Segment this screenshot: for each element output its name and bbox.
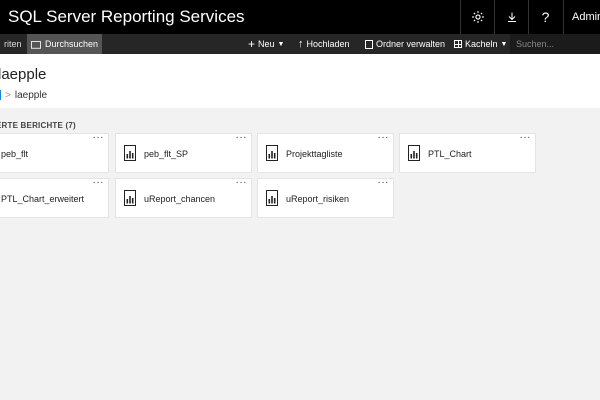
folder-icon	[31, 40, 41, 49]
breadcrumb: > laepple	[0, 90, 47, 101]
upload-icon: ↑	[298, 38, 304, 50]
app-title[interactable]: SQL Server Reporting Services	[8, 7, 245, 27]
top-bar: SQL Server Reporting Services ? Admini	[0, 0, 600, 34]
report-icon	[124, 145, 136, 161]
report-name: Projekttagliste	[286, 149, 343, 159]
report-name: peb_flt	[1, 149, 29, 159]
new-button[interactable]: + Neu ▼	[248, 34, 284, 54]
tiles-label: Kacheln	[465, 39, 498, 49]
user-menu[interactable]: Admini	[563, 0, 600, 34]
manage-folder-button[interactable]: Ordner verwalten	[365, 34, 445, 54]
breadcrumb-current: laepple	[14, 90, 48, 101]
chevron-down-icon: ▼	[277, 40, 285, 48]
more-options-button[interactable]: ···	[236, 177, 248, 188]
report-icon	[124, 190, 136, 206]
report-name: uReport_risiken	[286, 194, 350, 204]
report-tile[interactable]: peb_flt_SP ···	[115, 132, 252, 173]
more-options-button[interactable]: ···	[520, 132, 532, 143]
report-name: PTL_Chart	[428, 149, 472, 159]
report-tile[interactable]: PTL_Chart ···	[399, 132, 536, 173]
help-button[interactable]: ?	[528, 0, 562, 34]
report-tile[interactable]: PTL_Chart_erweitert ···	[0, 177, 109, 218]
download-icon	[507, 12, 516, 22]
chevron-down-icon: ▼	[500, 40, 508, 48]
report-name: PTL_Chart_erweitert	[1, 194, 85, 204]
upload-label: Hochladen	[306, 39, 350, 49]
folder-settings-icon	[365, 39, 373, 49]
report-name: uReport_chancen	[144, 194, 216, 204]
page-header: laepple > laepple	[0, 54, 600, 108]
report-name: peb_flt_SP	[144, 149, 189, 159]
plus-icon: +	[248, 37, 256, 51]
more-options-button[interactable]: ···	[378, 132, 390, 143]
toolbar: riten Durchsuchen + Neu ▼ ↑ Hochladen Or…	[0, 34, 600, 54]
breadcrumb-separator: >	[5, 90, 11, 101]
settings-button[interactable]	[460, 0, 494, 34]
report-tile[interactable]: peb_flt ···	[0, 132, 109, 173]
tab-browse-label: Durchsuchen	[45, 39, 99, 49]
page-title: laepple	[0, 66, 47, 83]
tab-favorites[interactable]: riten	[0, 34, 26, 54]
new-label: Neu	[258, 39, 275, 49]
view-tiles-button[interactable]: Kacheln ▼	[454, 34, 507, 54]
download-button[interactable]	[494, 0, 528, 34]
gear-icon	[471, 11, 484, 23]
search-input[interactable]	[510, 34, 600, 54]
section-title: ERTE BERICHTE (7)	[0, 121, 76, 130]
upload-button[interactable]: ↑ Hochladen	[298, 34, 350, 54]
report-tile[interactable]: Projekttagliste ···	[257, 132, 394, 173]
more-options-button[interactable]: ···	[236, 132, 248, 143]
breadcrumb-home[interactable]	[0, 90, 1, 100]
report-tile[interactable]: uReport_risiken ···	[257, 177, 394, 218]
report-icon	[408, 145, 420, 161]
report-icon	[266, 145, 278, 161]
report-tile[interactable]: uReport_chancen ···	[115, 177, 252, 218]
more-options-button[interactable]: ···	[93, 177, 105, 188]
more-options-button[interactable]: ···	[93, 132, 105, 143]
report-icon	[266, 190, 278, 206]
manage-folder-label: Ordner verwalten	[376, 39, 446, 49]
tiles-icon	[454, 40, 462, 48]
more-options-button[interactable]: ···	[378, 177, 390, 188]
help-icon: ?	[541, 9, 550, 25]
tab-browse[interactable]: Durchsuchen	[27, 34, 103, 54]
